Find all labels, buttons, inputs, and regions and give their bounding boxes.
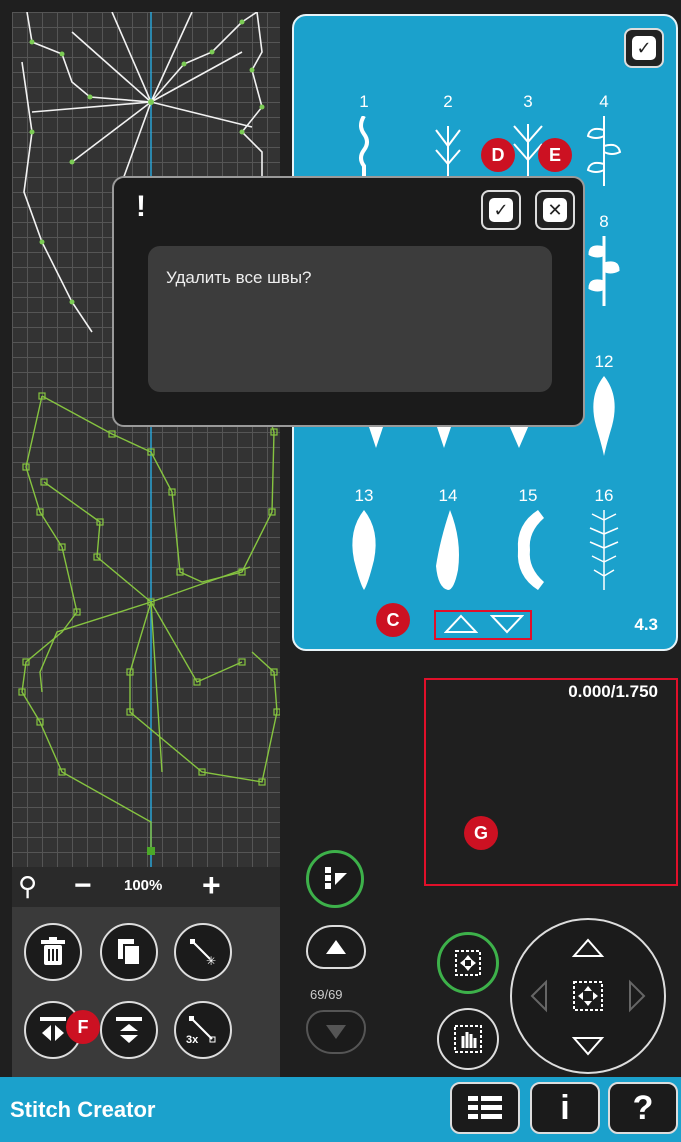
stitch-counter: 69/69 [310, 987, 343, 1002]
warning-icon: ! [136, 190, 146, 223]
stitch-number: 16 [594, 486, 614, 505]
stitch-item[interactable]: 14 [418, 486, 478, 590]
move-controls-highlight: 0.000/1.750 [424, 678, 678, 886]
panel-confirm-button[interactable]: ✓ [624, 28, 664, 68]
zoom-in-button[interactable]: + [202, 867, 221, 904]
stitch-item[interactable]: 15 [498, 486, 558, 590]
zoom-level: 100% [124, 877, 163, 894]
copy-button[interactable] [100, 923, 158, 981]
page-indicator: 4.3 [634, 615, 658, 634]
close-icon: ✕ [543, 198, 567, 222]
mirror-vertical-icon [116, 1017, 142, 1043]
stitch-preview-icon [588, 236, 620, 306]
stitch-number: 3 [523, 92, 533, 111]
stitch-item[interactable]: 13 [334, 486, 394, 590]
magnifier-icon[interactable]: ⚲ [18, 871, 37, 902]
triangle-up-icon [443, 614, 479, 633]
stitch-number: 2 [443, 92, 453, 111]
step-down-button[interactable] [306, 1010, 366, 1054]
direction-arrows [530, 938, 646, 1056]
zoom-out-button[interactable]: − [74, 869, 92, 903]
triangle-down-icon [489, 615, 525, 634]
direction-wheel[interactable] [510, 918, 666, 1074]
info-icon: i [560, 1088, 570, 1127]
callout-e: E [538, 138, 572, 172]
select-point-button[interactable] [306, 850, 364, 908]
checkmark-icon: ✓ [489, 198, 513, 222]
insert-stitch-icon: ✳ [190, 939, 216, 967]
copy-icon [118, 939, 141, 966]
svg-text:✳: ✳ [206, 954, 216, 967]
stitch-canvas[interactable] [12, 12, 280, 867]
hand-icon [454, 1025, 482, 1053]
move-mode-button[interactable] [437, 932, 499, 994]
dialog-message-box: Удалить все швы? [148, 246, 552, 392]
mirror-horizontal-icon [40, 1017, 66, 1041]
tools-panel: ✳ 3x [12, 907, 280, 1077]
mirror-end-button[interactable] [100, 1001, 158, 1059]
delete-button[interactable] [24, 923, 82, 981]
stitch-item[interactable]: 16 [574, 486, 634, 590]
callout-d: D [481, 138, 515, 172]
scroll-up-button[interactable] [443, 614, 479, 639]
dialog-message: Удалить все швы? [166, 268, 312, 287]
pan-mode-button[interactable] [437, 1008, 499, 1070]
stitch-item[interactable]: 4 [574, 92, 634, 186]
trash-icon [41, 937, 65, 965]
stitch-number: 4 [599, 92, 609, 111]
stitch-number: 13 [354, 486, 374, 505]
menu-button[interactable] [450, 1082, 520, 1134]
zoom-bar: ⚲ − 100% + [12, 867, 280, 907]
stitch-preview-icon [517, 510, 544, 590]
confirm-dialog: ! ✓ ✕ Удалить все швы? [112, 176, 585, 427]
stitch-number: 1 [359, 92, 369, 111]
stitch-number: 15 [518, 486, 538, 505]
list-icon [468, 1094, 502, 1122]
callout-f: F [66, 1010, 100, 1044]
stitch-preview-icon [436, 510, 459, 590]
dialog-cancel-button[interactable]: ✕ [535, 190, 575, 230]
triangle-down-icon [326, 1025, 346, 1039]
stitch-preview-icon [586, 116, 622, 186]
callout-c: C [376, 603, 410, 637]
stitch-preview-icon [589, 510, 619, 590]
checkmark-icon: ✓ [632, 36, 656, 60]
stitch-number: 14 [438, 486, 458, 505]
move-target-icon [455, 950, 481, 976]
step-up-button[interactable] [306, 925, 366, 969]
svg-text:3x: 3x [186, 1034, 199, 1045]
info-button[interactable]: i [530, 1082, 600, 1134]
help-button[interactable]: ? [608, 1082, 678, 1134]
stitch-pattern [18, 12, 280, 867]
stitch-preview-icon [435, 126, 461, 176]
stitch-preview-icon [359, 116, 369, 176]
app-title: Stitch Creator [10, 1097, 156, 1122]
scroll-down-button[interactable] [489, 614, 525, 639]
help-icon: ? [632, 1088, 654, 1127]
stitch-item[interactable]: 1 [334, 92, 394, 176]
stitch-preview-icon [593, 376, 615, 456]
position-readout: 0.000/1.750 [568, 682, 658, 701]
stitch-preview-icon [352, 510, 376, 590]
footer-bar: Stitch Creator i ? [0, 1077, 681, 1142]
dialog-ok-button[interactable]: ✓ [481, 190, 521, 230]
triple-stitch-icon: 3x [186, 1016, 216, 1045]
stitch-item[interactable]: 2 [418, 92, 478, 176]
triangle-up-icon [326, 940, 346, 954]
select-stitch-icon [325, 867, 347, 889]
triple-stitch-button[interactable]: 3x [174, 1001, 232, 1059]
insert-point-button[interactable]: ✳ [174, 923, 232, 981]
